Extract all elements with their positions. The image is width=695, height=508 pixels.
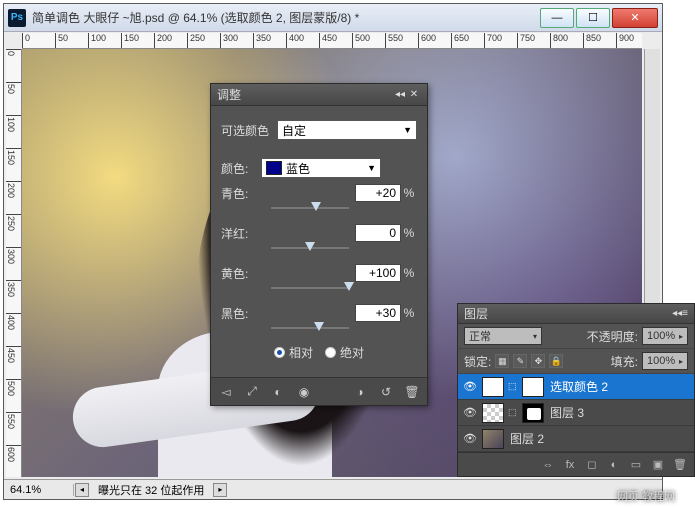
layer-fx-icon[interactable]: fx xyxy=(562,459,578,471)
color-swatch-icon xyxy=(266,161,282,175)
trash-icon[interactable]: 🗑 xyxy=(672,458,688,471)
close-button[interactable]: ✕ xyxy=(612,8,658,28)
mask-thumb xyxy=(522,377,544,397)
chevron-down-icon: ▼ xyxy=(367,163,376,173)
layers-footer: ⇔ fx ◻ ◐ ▭ ▣ 🗑 xyxy=(458,452,694,476)
adjustment-thumb: ◐ xyxy=(482,377,504,397)
slider-thumb-icon[interactable] xyxy=(311,202,321,211)
preset-label: 可选颜色 xyxy=(221,122,277,139)
maximize-button[interactable]: ☐ xyxy=(576,8,610,28)
layer-thumb xyxy=(482,429,504,449)
slider-label: 洋红: xyxy=(221,225,265,242)
back-icon[interactable]: ◅ xyxy=(217,383,235,401)
slider-value-field[interactable]: +100 xyxy=(355,264,401,282)
visibility-icon[interactable]: 👁 xyxy=(462,406,478,419)
layers-panel[interactable]: 图层 ◂◂ ≡ 正常▾ 不透明度: 100%▸ 锁定: ▦ ✎ ✥ 🔒 填充: … xyxy=(457,303,695,477)
zoom-field[interactable]: 64.1% xyxy=(4,484,74,496)
trash-icon[interactable]: 🗑 xyxy=(403,383,421,401)
chevron-down-icon: ▼ xyxy=(403,125,412,135)
layer-row[interactable]: 👁 图层 2 xyxy=(458,426,694,452)
layer-thumb xyxy=(482,403,504,423)
slider-track[interactable] xyxy=(271,322,349,334)
prev-state-icon[interactable]: ◑ xyxy=(351,383,369,401)
lock-transparency-icon[interactable]: ▦ xyxy=(495,354,509,368)
layer-list: 👁 ◐ ⬚ 选取颜色 2 👁 ⬚ 图层 3 👁 图层 2 xyxy=(458,374,694,452)
layer-row[interactable]: 👁 ⬚ 图层 3 xyxy=(458,400,694,426)
visibility-icon[interactable]: 👁 xyxy=(462,380,478,393)
fill-label: 填充: xyxy=(611,353,638,370)
collapse-icon[interactable]: ◂◂ xyxy=(672,308,682,319)
adjustment-layer-icon[interactable]: ◐ xyxy=(606,459,622,471)
new-layer-icon[interactable]: ▣ xyxy=(650,458,666,471)
slider-1: 洋红:0% xyxy=(221,224,417,242)
slider-track[interactable] xyxy=(271,242,349,254)
slider-thumb-icon[interactable] xyxy=(314,322,324,331)
app-icon: Ps xyxy=(8,9,26,27)
reset-icon[interactable]: ↺ xyxy=(377,383,395,401)
slider-track[interactable] xyxy=(271,282,349,294)
layer-name[interactable]: 选取颜色 2 xyxy=(548,378,690,395)
clip-icon[interactable]: ◐ xyxy=(269,383,287,401)
opacity-field[interactable]: 100%▸ xyxy=(642,327,688,345)
layer-row[interactable]: 👁 ◐ ⬚ 选取颜色 2 xyxy=(458,374,694,400)
lock-label: 锁定: xyxy=(464,353,491,370)
preset-select[interactable]: 自定 ▼ xyxy=(277,120,417,140)
slider-label: 黑色: xyxy=(221,305,265,322)
link-icon: ⬚ xyxy=(508,381,518,392)
slider-value-field[interactable]: +20 xyxy=(355,184,401,202)
slider-value-field[interactable]: 0 xyxy=(355,224,401,242)
close-panel-icon[interactable]: ✕ xyxy=(407,89,421,100)
mask-thumb xyxy=(522,403,544,423)
panel-title: 调整 xyxy=(217,86,241,103)
link-layers-icon[interactable]: ⇔ xyxy=(540,459,556,471)
link-icon: ⬚ xyxy=(508,407,518,418)
expand-icon[interactable]: ⤢ xyxy=(243,383,261,401)
collapse-icon[interactable]: ◂◂ xyxy=(393,89,407,100)
status-info: 曝光只在 32 位起作用 xyxy=(90,482,212,498)
lock-all-icon[interactable]: 🔒 xyxy=(549,354,563,368)
radio-absolute[interactable]: 绝对 xyxy=(325,344,364,361)
slider-thumb-icon[interactable] xyxy=(344,282,354,291)
slider-label: 黄色: xyxy=(221,265,265,282)
slider-0: 青色:+20% xyxy=(221,184,417,202)
slider-thumb-icon[interactable] xyxy=(305,242,315,251)
slider-2: 黄色:+100% xyxy=(221,264,417,282)
color-label: 颜色: xyxy=(221,160,261,177)
opacity-label: 不透明度: xyxy=(587,328,638,345)
lock-paint-icon[interactable]: ✎ xyxy=(513,354,527,368)
scroll-left-button[interactable]: ◂ xyxy=(75,483,89,497)
visibility-icon[interactable]: 👁 xyxy=(462,432,478,445)
ruler-vertical[interactable]: 050100150200250300350400450500550600650 xyxy=(6,49,22,477)
panel-title: 图层 xyxy=(464,305,488,322)
color-select[interactable]: 蓝色 ▼ xyxy=(261,158,381,178)
adjustments-footer: ◅ ⤢ ◐ ◉ ◑ ↺ 🗑 xyxy=(211,377,427,405)
layer-name[interactable]: 图层 3 xyxy=(548,404,690,421)
layers-panel-header[interactable]: 图层 ◂◂ ≡ xyxy=(458,304,694,324)
statusbar: 64.1% ◂ 曝光只在 32 位起作用 ▸ xyxy=(4,479,662,499)
window-title: 简单调色 大眼仔 ~旭.psd @ 64.1% (选取颜色 2, 图层蒙版/8)… xyxy=(32,9,538,26)
adjustments-panel-header[interactable]: 调整 ◂◂ ✕ xyxy=(211,84,427,106)
titlebar[interactable]: Ps 简单调色 大眼仔 ~旭.psd @ 64.1% (选取颜色 2, 图层蒙版… xyxy=(4,4,662,32)
slider-3: 黑色:+30% xyxy=(221,304,417,322)
scroll-right-button[interactable]: ▸ xyxy=(213,483,227,497)
minimize-button[interactable]: — xyxy=(540,8,574,28)
lock-position-icon[interactable]: ✥ xyxy=(531,354,545,368)
adjustments-panel[interactable]: 调整 ◂◂ ✕ 可选颜色 自定 ▼ 颜色: 蓝色 ▼ 青色:+20%洋红:0%黄… xyxy=(210,83,428,406)
layer-mask-icon[interactable]: ◻ xyxy=(584,458,600,471)
radio-relative[interactable]: 相对 xyxy=(274,344,313,361)
panel-menu-icon[interactable]: ≡ xyxy=(682,308,688,319)
slider-label: 青色: xyxy=(221,185,265,202)
blend-mode-select[interactable]: 正常▾ xyxy=(464,327,542,345)
view-icon[interactable]: ◉ xyxy=(295,383,313,401)
layer-name[interactable]: 图层 2 xyxy=(508,430,690,447)
group-icon[interactable]: ▭ xyxy=(628,458,644,471)
fill-field[interactable]: 100%▸ xyxy=(642,352,688,370)
ruler-horizontal[interactable]: 0501001502002503003504004505005506006507… xyxy=(22,33,642,49)
slider-value-field[interactable]: +30 xyxy=(355,304,401,322)
watermark-text: 网页 教程网 xyxy=(617,488,675,504)
slider-track[interactable] xyxy=(271,202,349,214)
